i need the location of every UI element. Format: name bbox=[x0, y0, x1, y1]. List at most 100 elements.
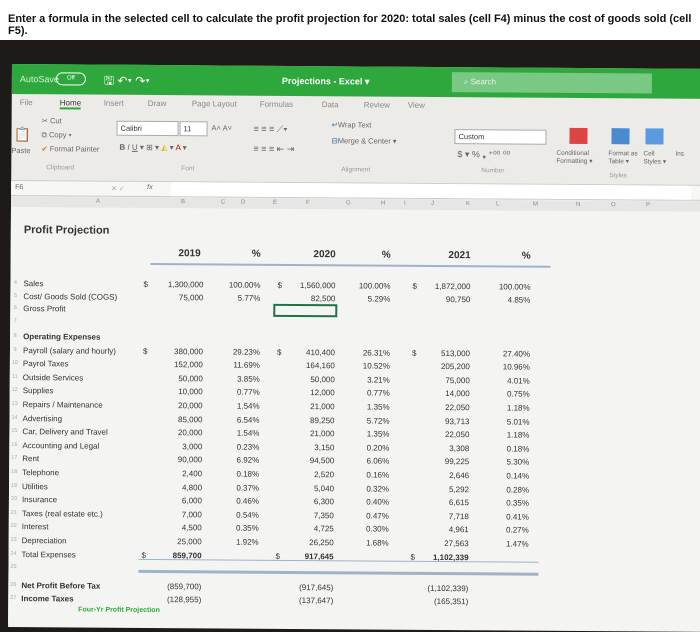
conditional-formatting-icon[interactable] bbox=[569, 127, 588, 145]
value-2021[interactable]: 14,000 bbox=[415, 389, 470, 398]
tab-home[interactable]: Home bbox=[59, 98, 82, 110]
tab-page-layout[interactable]: Page Layout bbox=[192, 99, 237, 108]
value-2021[interactable]: 93,713 bbox=[414, 416, 470, 426]
pct-2020[interactable]: 0.20% bbox=[349, 443, 390, 452]
pct-2019[interactable]: 0.18% bbox=[219, 469, 259, 479]
pct-2021[interactable]: 4.01% bbox=[490, 376, 530, 385]
value-2019[interactable]: (859,700) bbox=[148, 582, 201, 591]
row-number[interactable]: 14 bbox=[10, 415, 20, 421]
row-number[interactable]: 7 bbox=[10, 318, 20, 324]
name-box[interactable]: F6 bbox=[15, 184, 23, 191]
value-2019[interactable]: 75,000 bbox=[150, 293, 204, 302]
pct-2020[interactable]: 0.30% bbox=[349, 525, 389, 534]
row-label[interactable]: Gross Profit bbox=[23, 304, 65, 313]
row-label[interactable]: Outside Services bbox=[23, 373, 84, 382]
value-2019[interactable]: 1,300,000 bbox=[150, 280, 204, 289]
font-name-select[interactable]: Calibri bbox=[116, 120, 179, 137]
value-2021[interactable]: 22,050 bbox=[414, 430, 470, 439]
tab-view[interactable]: View bbox=[408, 101, 425, 110]
value-2020[interactable]: 3,150 bbox=[279, 443, 334, 452]
value-2021[interactable]: (165,351) bbox=[413, 597, 468, 606]
pct-2019[interactable]: 100.00% bbox=[220, 280, 261, 290]
value-2020[interactable]: 5,040 bbox=[279, 483, 334, 493]
copy-button[interactable]: ⧉ Copy ▾ bbox=[41, 130, 71, 140]
value-2020[interactable]: 7,350 bbox=[279, 511, 334, 520]
header-pct-2019[interactable]: % bbox=[226, 248, 261, 260]
row-label[interactable]: Payroll (salary and hourly) bbox=[23, 346, 116, 356]
value-2020[interactable]: 89,250 bbox=[279, 415, 335, 425]
pct-2019[interactable]: 5.77% bbox=[220, 293, 261, 303]
row-number[interactable]: 26 bbox=[8, 582, 18, 588]
pct-2021[interactable]: 0.75% bbox=[490, 390, 530, 399]
value-2019[interactable]: 380,000 bbox=[150, 347, 203, 356]
row-label[interactable]: Taxes (real estate etc.) bbox=[22, 509, 103, 519]
column-header-H[interactable]: H bbox=[381, 201, 385, 207]
pct-2020[interactable]: 1.35% bbox=[349, 430, 390, 439]
pct-2021[interactable]: 0.41% bbox=[489, 512, 529, 521]
window-title[interactable]: Projections - Excel ▾ bbox=[282, 76, 370, 88]
pct-2019[interactable]: 1.54% bbox=[219, 429, 260, 438]
value-2019[interactable]: 50,000 bbox=[150, 374, 203, 383]
row-number[interactable]: 6 bbox=[10, 305, 20, 311]
pct-2019[interactable]: 1.54% bbox=[220, 401, 260, 411]
value-2020[interactable]: 94,500 bbox=[279, 456, 335, 465]
column-header-L[interactable]: L bbox=[496, 201, 499, 207]
cancel-check-icons[interactable]: ✕ ✓ bbox=[111, 185, 125, 193]
sheet-tab[interactable]: Four-Yr Profit Projection bbox=[78, 606, 160, 614]
value-2019[interactable]: 10,000 bbox=[150, 387, 203, 397]
undo-icon[interactable]: ↶▾ bbox=[117, 74, 132, 88]
value-2020[interactable]: 12,000 bbox=[280, 388, 335, 397]
insert-button[interactable]: Ins bbox=[675, 151, 684, 158]
pct-2021[interactable]: 0.14% bbox=[489, 471, 529, 480]
row-number[interactable]: 16 bbox=[9, 442, 19, 448]
merge-center-button[interactable]: ⊟Merge & Center ▾ bbox=[331, 136, 396, 145]
fx-icon[interactable]: fx bbox=[147, 184, 153, 191]
row-number[interactable]: 21 bbox=[9, 510, 19, 516]
pct-2020[interactable]: 0.40% bbox=[349, 498, 389, 507]
row-label[interactable]: Advertising bbox=[22, 414, 62, 423]
column-header-D[interactable]: D bbox=[241, 200, 245, 206]
sheet-title[interactable]: Profit Projection bbox=[24, 224, 110, 237]
align-buttons[interactable]: ≡ ≡ ≡ ⇤ ⇥ bbox=[253, 144, 294, 155]
row-number[interactable]: 18 bbox=[9, 469, 19, 475]
pct-2020[interactable]: 10.52% bbox=[350, 362, 390, 371]
pct-2019[interactable]: 0.54% bbox=[219, 510, 259, 519]
pct-2021[interactable]: 10.96% bbox=[490, 363, 530, 372]
row-label[interactable]: Total Expenses bbox=[22, 550, 76, 559]
value-2020[interactable]: 21,000 bbox=[279, 429, 335, 438]
value-2021[interactable]: 513,000 bbox=[415, 348, 470, 358]
pct-2020[interactable]: 1.35% bbox=[350, 402, 390, 411]
tab-data[interactable]: Data bbox=[322, 100, 339, 109]
pct-2021[interactable]: 5.30% bbox=[489, 458, 530, 467]
row-label[interactable]: Income Taxes bbox=[21, 594, 73, 603]
pct-2020[interactable]: 5.29% bbox=[350, 294, 391, 303]
pct-2021[interactable]: 0.27% bbox=[489, 526, 529, 535]
column-header-I[interactable]: I bbox=[404, 201, 406, 207]
value-2019[interactable]: 90,000 bbox=[149, 455, 203, 465]
row-number[interactable]: 11 bbox=[10, 374, 20, 380]
pct-2021[interactable]: 0.28% bbox=[489, 485, 529, 494]
row-label[interactable]: Supplies bbox=[23, 386, 54, 395]
row-number[interactable]: 5 bbox=[10, 293, 20, 299]
cell-styles-button[interactable]: Cell Styles ▾ bbox=[643, 150, 667, 165]
column-header-P[interactable]: P bbox=[646, 202, 650, 208]
row-number[interactable]: 12 bbox=[10, 387, 20, 393]
value-2020[interactable]: 82,500 bbox=[280, 294, 336, 303]
column-header-G[interactable]: G bbox=[346, 200, 351, 206]
font-format-buttons[interactable]: B I U ▾ ⊞ ▾ ◭ ▾ A ▾ bbox=[119, 143, 186, 152]
paste-button[interactable]: Paste bbox=[11, 146, 30, 155]
pct-2020[interactable]: 0.32% bbox=[349, 484, 389, 493]
row-label[interactable]: Accounting and Legal bbox=[22, 441, 99, 451]
tab-insert[interactable]: Insert bbox=[104, 99, 124, 108]
autosave-toggle[interactable]: Off bbox=[55, 72, 86, 86]
pct-2019[interactable]: 6.54% bbox=[219, 415, 260, 424]
pct-2019[interactable]: 0.77% bbox=[220, 388, 260, 397]
cell-styles-icon[interactable] bbox=[645, 128, 664, 145]
pct-2021[interactable]: 1.18% bbox=[490, 403, 530, 412]
value-2021[interactable]: 4,961 bbox=[414, 525, 469, 534]
row-label[interactable]: Rent bbox=[22, 454, 39, 463]
pct-2021[interactable]: 0.18% bbox=[489, 444, 530, 453]
tab-review[interactable]: Review bbox=[364, 100, 390, 109]
format-table-icon[interactable] bbox=[611, 128, 630, 145]
value-2019[interactable]: 25,000 bbox=[149, 537, 202, 546]
